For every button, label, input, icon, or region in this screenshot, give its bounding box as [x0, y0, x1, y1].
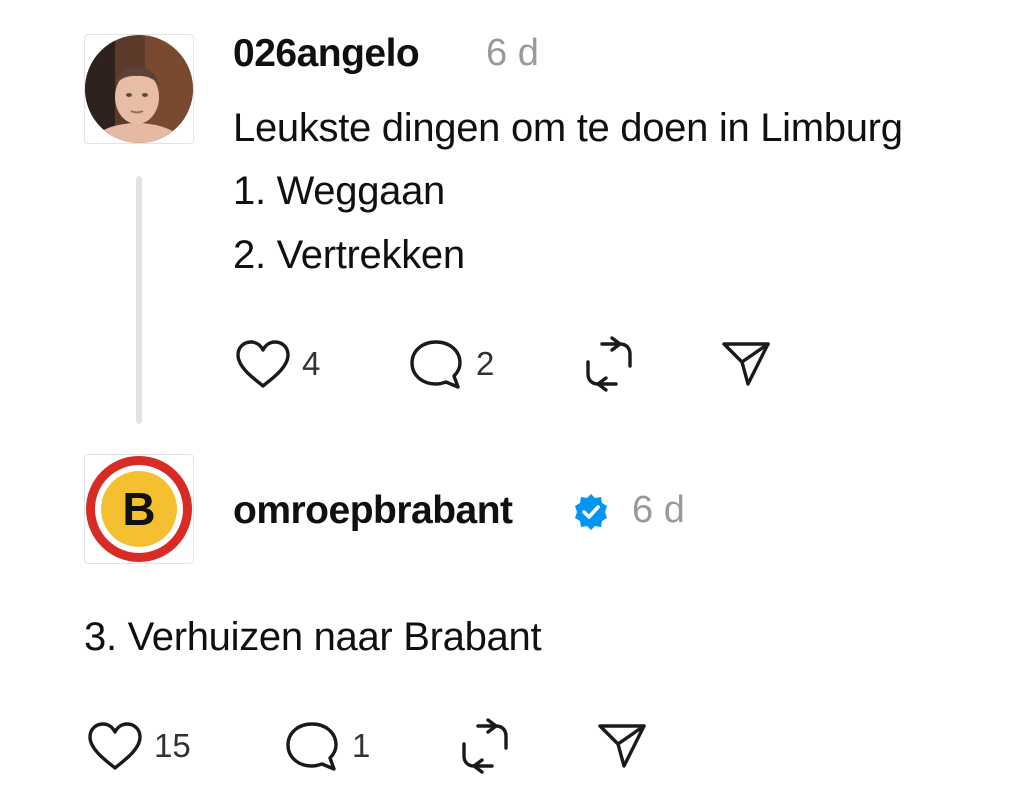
heart-icon [236, 340, 290, 388]
post-text-line: 1. Weggaan [233, 169, 445, 213]
share-button[interactable] [596, 720, 648, 770]
reply-count: 1 [352, 727, 371, 764]
comment-icon [286, 722, 338, 771]
repost-icon [586, 336, 632, 392]
share-button[interactable] [720, 338, 772, 388]
like-count: 15 [154, 727, 191, 764]
reply-button[interactable]: 2 [406, 336, 494, 392]
thread-view: 026angelo 6 d Leukste dingen om te doen … [0, 0, 1024, 806]
user-photo-avatar-icon [85, 35, 193, 143]
comment-icon [410, 340, 462, 389]
post-timestamp: 6 d [486, 32, 539, 74]
post-text-line: Leukste dingen om te doen in Limburg [233, 106, 903, 150]
repost-icon [462, 718, 508, 774]
repost-button[interactable] [580, 336, 638, 392]
post-text-line: 2. Vertrekken [233, 233, 465, 277]
reply-count: 2 [476, 345, 495, 382]
logo-letter: B [122, 483, 155, 535]
thread-connector-line [136, 176, 142, 424]
share-icon [598, 724, 646, 768]
verified-badge-icon [575, 494, 607, 530]
like-button[interactable]: 15 [86, 720, 191, 772]
share-icon [722, 342, 770, 386]
reply-button[interactable]: 1 [282, 718, 370, 774]
post-username[interactable]: omroepbrabant [233, 489, 513, 533]
heart-icon [88, 722, 142, 770]
post-username[interactable]: 026angelo [233, 32, 420, 76]
avatar[interactable]: B [84, 454, 194, 564]
repost-button[interactable] [456, 718, 514, 774]
like-button[interactable]: 4 [234, 338, 320, 390]
avatar[interactable] [84, 34, 194, 144]
post-text-line: 3. Verhuizen naar Brabant [84, 615, 542, 659]
omroep-brabant-logo-icon: B [86, 456, 192, 562]
post-timestamp: 6 d [632, 489, 685, 531]
like-count: 4 [302, 345, 321, 382]
